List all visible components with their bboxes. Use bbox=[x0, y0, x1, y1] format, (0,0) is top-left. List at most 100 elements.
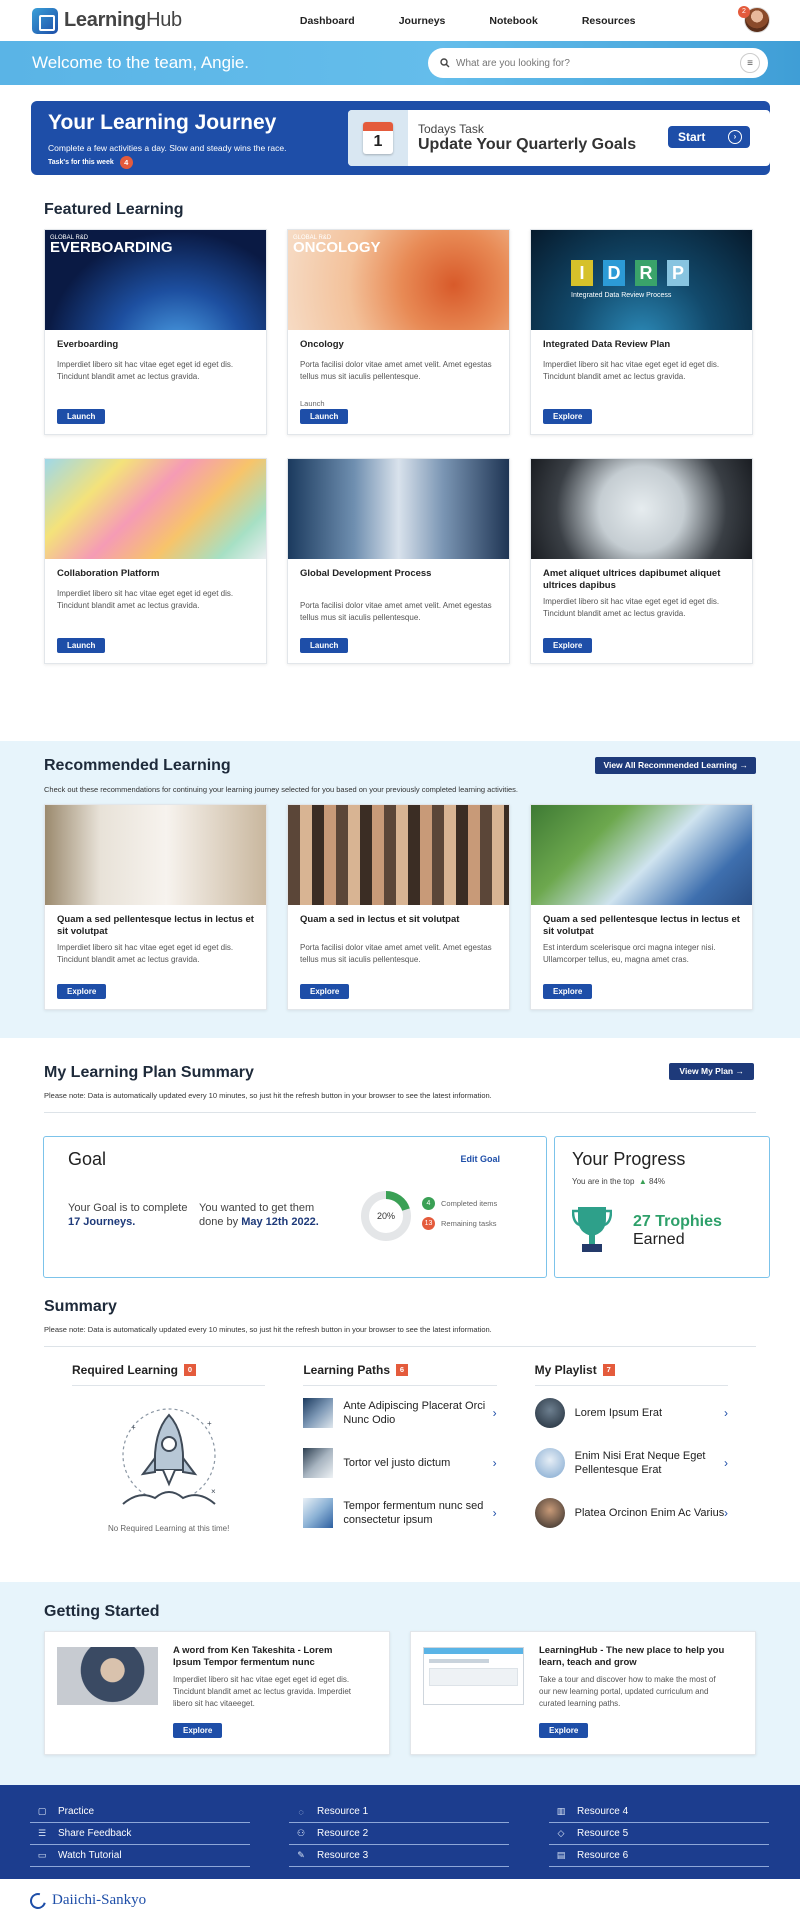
card-desc: Imperdiet libero sit hac vitae eget eget… bbox=[543, 360, 720, 381]
learning-path-item[interactable]: Tortor vel justo dictum › bbox=[303, 1438, 497, 1488]
lab-image bbox=[288, 459, 509, 559]
playlist-item[interactable]: Enim Nisi Erat Neque Eget Pellentesque E… bbox=[534, 1438, 728, 1488]
path-thumbnail bbox=[303, 1398, 334, 1428]
footer-link-practice[interactable]: ▢ Practice bbox=[30, 1801, 250, 1823]
playlist-item[interactable]: Lorem Ipsum Erat › bbox=[534, 1388, 728, 1438]
edit-goal-link[interactable]: Edit Goal bbox=[460, 1154, 500, 1164]
launch-button[interactable]: Launch bbox=[300, 409, 349, 424]
view-my-plan-button[interactable]: View My Plan → bbox=[669, 1063, 754, 1080]
footer-link-resource-5[interactable]: ◇ Resource 5 bbox=[549, 1823, 769, 1845]
explore-button[interactable]: Explore bbox=[543, 638, 593, 653]
launch-button[interactable]: Launch bbox=[300, 638, 349, 653]
recommended-card[interactable]: Quam a sed pellentesque lectus in lectus… bbox=[530, 804, 753, 1010]
card-desc: Imperdiet libero sit hac vitae eget eget… bbox=[57, 360, 234, 381]
recommended-card[interactable]: Quam a sed in lectus et sit volutpat Por… bbox=[287, 804, 510, 1010]
recommended-image-2 bbox=[288, 805, 509, 905]
meeting-image bbox=[531, 459, 752, 559]
brand-footer: Daiichi-Sankyo bbox=[0, 1879, 800, 1922]
explore-button[interactable]: Explore bbox=[57, 984, 107, 999]
idrp-caption: Integrated Data Review Process bbox=[571, 292, 672, 299]
footer-link-resource-6[interactable]: ▤ Resource 6 bbox=[549, 1845, 769, 1867]
arrow-up-icon: ▲ bbox=[636, 1177, 647, 1186]
footer-link-resource-4[interactable]: ▥ Resource 4 bbox=[549, 1801, 769, 1823]
tools-icon: ✎ bbox=[297, 1850, 305, 1860]
view-all-recommended-button[interactable]: View All Recommended Learning → bbox=[595, 757, 756, 774]
footer-link-resource-2[interactable]: ⚇ Resource 2 bbox=[289, 1823, 509, 1845]
card-desc: Porta facilisi dolor vitae amet amet vel… bbox=[300, 360, 492, 381]
plan-note: Please note: Data is automatically updat… bbox=[44, 1091, 492, 1100]
view-all-label: View All Recommended Learning bbox=[603, 760, 738, 770]
explore-button[interactable]: Explore bbox=[539, 1723, 589, 1738]
link-label: Resource 1 bbox=[317, 1806, 369, 1817]
idrp-letter-p: P bbox=[667, 260, 689, 286]
link-label: Resource 3 bbox=[317, 1850, 369, 1861]
playlist-thumbnail bbox=[534, 1398, 565, 1428]
idrp-letter-r: R bbox=[635, 260, 657, 286]
featured-card-collaboration[interactable]: Collaboration Platform Imperdiet libero … bbox=[44, 458, 267, 664]
getting-started-section: Getting Started A word from Ken Takeshit… bbox=[0, 1582, 800, 1785]
start-label: Start bbox=[678, 130, 706, 144]
filter-icon[interactable]: ≡ bbox=[740, 53, 760, 73]
explore-button[interactable]: Explore bbox=[543, 409, 593, 424]
search-bar: ≡ bbox=[428, 48, 768, 78]
launch-button[interactable]: Launch bbox=[57, 409, 106, 424]
path-thumbnail bbox=[303, 1448, 334, 1478]
path-title: Ante Adipiscing Placerat Orci Nunc Odio bbox=[343, 1400, 486, 1426]
top-nav: LearningHub Dashboard Journeys Notebook … bbox=[0, 0, 800, 41]
svg-text:+: + bbox=[131, 1423, 136, 1432]
required-count: 0 bbox=[184, 1364, 197, 1376]
chevron-right-icon: › bbox=[723, 1456, 728, 1470]
trophies-earned: Earned bbox=[633, 1231, 685, 1248]
divider bbox=[44, 1112, 756, 1113]
explore-button[interactable]: Explore bbox=[300, 984, 350, 999]
nav-resources[interactable]: Resources bbox=[582, 15, 636, 27]
learning-path-item[interactable]: Tempor fermentum nunc sed consectetur ip… bbox=[303, 1488, 497, 1538]
link-label: Watch Tutorial bbox=[58, 1850, 122, 1861]
playlist-item[interactable]: Platea Orcinon Enim Ac Varius › bbox=[534, 1488, 728, 1538]
nav-journeys[interactable]: Journeys bbox=[399, 15, 446, 27]
recommended-card[interactable]: Quam a sed pellentesque lectus in lectus… bbox=[44, 804, 267, 1010]
getting-started-card-video[interactable]: A word from Ken Takeshita - Lorem Ipsum … bbox=[44, 1631, 390, 1755]
footer-link-tutorial[interactable]: ▭ Watch Tutorial bbox=[30, 1845, 250, 1867]
card-desc: Porta facilisi dolor vitae amet amet vel… bbox=[300, 943, 492, 964]
progress-top: You are in the top ▲ 84% bbox=[572, 1177, 665, 1186]
featured-card-idrp[interactable]: I D R P Integrated Data Review Process I… bbox=[530, 229, 753, 435]
link-label: Share Feedback bbox=[58, 1828, 132, 1839]
completed-label: Completed items bbox=[441, 1199, 498, 1208]
logo[interactable]: LearningHub bbox=[32, 7, 182, 34]
featured-card-everboarding[interactable]: GLOBAL R&D EVERBOARDING Everboarding Impe… bbox=[44, 229, 267, 435]
card-desc: Imperdiet libero sit hac vitae eget eget… bbox=[173, 1675, 352, 1708]
link-label: Resource 2 bbox=[317, 1828, 369, 1839]
calendar-icon: 1 bbox=[348, 110, 408, 166]
video-thumbnail bbox=[57, 1647, 158, 1705]
footer: ▢ Practice ☰ Share Feedback ▭ Watch Tutoria… bbox=[0, 1785, 800, 1879]
summary-columns: Required Learning 0 + + × No Required Lea… bbox=[0, 1363, 800, 1538]
nav-dashboard[interactable]: Dashboard bbox=[300, 15, 355, 27]
card-title: Global Development Process bbox=[300, 568, 432, 579]
explore-button[interactable]: Explore bbox=[543, 984, 593, 999]
featured-card-global-development[interactable]: Global Development Process Porta facilis… bbox=[287, 458, 510, 664]
learning-path-item[interactable]: Ante Adipiscing Placerat Orci Nunc Odio … bbox=[303, 1388, 497, 1438]
path-title: Tempor fermentum nunc sed consectetur ip… bbox=[343, 1500, 484, 1526]
brand-name: Daiichi-Sankyo bbox=[52, 1892, 147, 1908]
card-title: Everboarding bbox=[57, 339, 119, 350]
paths-count: 6 bbox=[396, 1364, 409, 1376]
shield-icon: ◇ bbox=[557, 1828, 565, 1838]
featured-card-amet[interactable]: Amet aliquet ultrices dapibumet aliquet … bbox=[530, 458, 753, 664]
search-input[interactable] bbox=[456, 57, 740, 69]
task-title: Update Your Quarterly Goals bbox=[418, 136, 637, 153]
footer-link-feedback[interactable]: ☰ Share Feedback bbox=[30, 1823, 250, 1845]
start-button[interactable]: Start › bbox=[668, 126, 750, 148]
footer-link-resource-3[interactable]: ✎ Resource 3 bbox=[289, 1845, 509, 1867]
remaining-count: 13 bbox=[422, 1217, 435, 1230]
tasks-label: Task's for this week bbox=[48, 159, 114, 166]
explore-button[interactable]: Explore bbox=[173, 1723, 223, 1738]
user-menu[interactable]: 2 bbox=[738, 6, 770, 33]
footer-link-resource-1[interactable]: ◌ Resource 1 bbox=[289, 1801, 509, 1823]
nav-notebook[interactable]: Notebook bbox=[489, 15, 537, 27]
getting-started-card-tour[interactable]: LearningHub - The new place to help you … bbox=[410, 1631, 756, 1755]
featured-card-oncology[interactable]: GLOBAL R&D ONCOLOGY Oncology Porta facili… bbox=[287, 229, 510, 435]
search-icon bbox=[440, 58, 450, 68]
launch-button[interactable]: Launch bbox=[57, 638, 106, 653]
completed-count: 4 bbox=[422, 1197, 435, 1210]
